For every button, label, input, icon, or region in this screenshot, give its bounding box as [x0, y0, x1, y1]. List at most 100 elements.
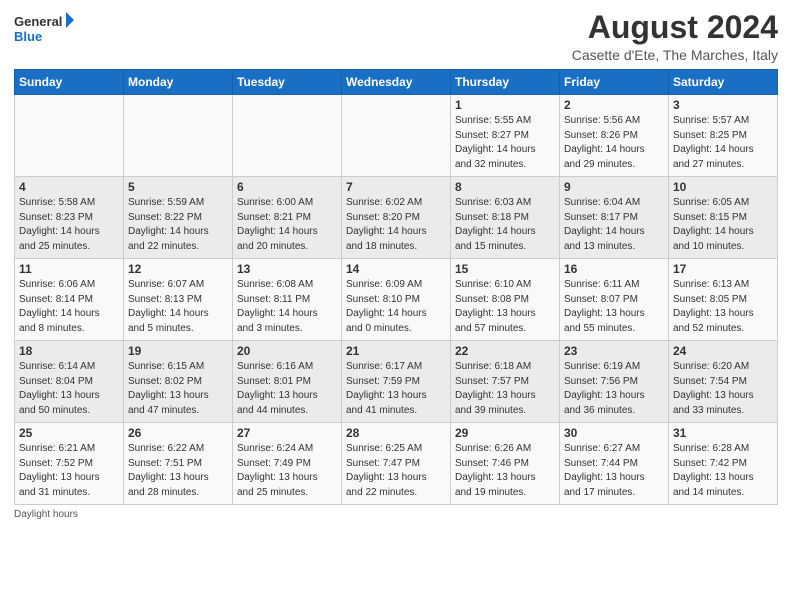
day-info: Sunrise: 6:13 AM Sunset: 8:05 PM Dayligh…: [673, 278, 773, 336]
svg-text:Blue: Blue: [14, 29, 42, 44]
day-info: Sunrise: 5:56 AM Sunset: 8:26 PM Dayligh…: [564, 114, 664, 172]
calendar-cell: 20 Sunrise: 6:16 AM Sunset: 8:01 PM Dayli…: [233, 341, 342, 423]
calendar-week-row: 25 Sunrise: 6:21 AM Sunset: 7:52 PM Dayli…: [15, 423, 778, 505]
calendar-week-row: 1 Sunrise: 5:55 AM Sunset: 8:27 PM Daylig…: [15, 95, 778, 177]
day-number: 8: [455, 180, 555, 194]
day-number: 31: [673, 426, 773, 440]
weekday-header-tuesday: Tuesday: [233, 70, 342, 95]
day-number: 1: [455, 98, 555, 112]
day-number: 20: [237, 344, 337, 358]
day-number: 12: [128, 262, 228, 276]
calendar-cell: 6 Sunrise: 6:00 AM Sunset: 8:21 PM Daylig…: [233, 177, 342, 259]
calendar-cell: [15, 95, 124, 177]
day-info: Sunrise: 6:14 AM Sunset: 8:04 PM Dayligh…: [19, 360, 119, 418]
day-number: 7: [346, 180, 446, 194]
calendar-cell: 3 Sunrise: 5:57 AM Sunset: 8:25 PM Daylig…: [669, 95, 778, 177]
calendar-cell: 1 Sunrise: 5:55 AM Sunset: 8:27 PM Daylig…: [451, 95, 560, 177]
calendar-cell: 18 Sunrise: 6:14 AM Sunset: 8:04 PM Dayli…: [15, 341, 124, 423]
day-number: 26: [128, 426, 228, 440]
weekday-header-sunday: Sunday: [15, 70, 124, 95]
day-number: 23: [564, 344, 664, 358]
day-info: Sunrise: 6:10 AM Sunset: 8:08 PM Dayligh…: [455, 278, 555, 336]
calendar-cell: 28Sunrise: 6:25 AM Sunset: 7:47 PM Dayli…: [342, 423, 451, 505]
day-info: Sunrise: 6:28 AM Sunset: 7:42 PM Dayligh…: [673, 442, 773, 500]
day-number: 2: [564, 98, 664, 112]
calendar-cell: 30 Sunrise: 6:27 AM Sunset: 7:44 PM Dayli…: [560, 423, 669, 505]
calendar-cell: 31 Sunrise: 6:28 AM Sunset: 7:42 PM Dayli…: [669, 423, 778, 505]
day-number: 11: [19, 262, 119, 276]
day-info: Sunrise: 6:15 AM Sunset: 8:02 PM Dayligh…: [128, 360, 228, 418]
weekday-header-saturday: Saturday: [669, 70, 778, 95]
day-info: Sunrise: 6:16 AM Sunset: 8:01 PM Dayligh…: [237, 360, 337, 418]
day-info: Sunrise: 6:27 AM Sunset: 7:44 PM Dayligh…: [564, 442, 664, 500]
calendar-cell: 7 Sunrise: 6:02 AM Sunset: 8:20 PM Daylig…: [342, 177, 451, 259]
day-number: 27: [237, 426, 337, 440]
day-info: Sunrise: 6:21 AM Sunset: 7:52 PM Dayligh…: [19, 442, 119, 500]
calendar-cell: 25 Sunrise: 6:21 AM Sunset: 7:52 PM Dayli…: [15, 423, 124, 505]
day-number: 29: [455, 426, 555, 440]
weekday-header-wednesday: Wednesday: [342, 70, 451, 95]
header: General Blue August 2024 Casette d'Ete, …: [14, 10, 778, 63]
logo: General Blue: [14, 10, 74, 48]
calendar-cell: 17Sunrise: 6:13 AM Sunset: 8:05 PM Dayli…: [669, 259, 778, 341]
day-info: Sunrise: 6:04 AM Sunset: 8:17 PM Dayligh…: [564, 196, 664, 254]
day-info: Sunrise: 6:20 AM Sunset: 7:54 PM Dayligh…: [673, 360, 773, 418]
day-info: Sunrise: 6:09 AM Sunset: 8:10 PM Dayligh…: [346, 278, 446, 336]
day-info: Sunrise: 5:55 AM Sunset: 8:27 PM Dayligh…: [455, 114, 555, 172]
day-info: Sunrise: 6:22 AM Sunset: 7:51 PM Dayligh…: [128, 442, 228, 500]
day-number: 22: [455, 344, 555, 358]
calendar-cell: 10Sunrise: 6:05 AM Sunset: 8:15 PM Dayli…: [669, 177, 778, 259]
day-info: Sunrise: 6:18 AM Sunset: 7:57 PM Dayligh…: [455, 360, 555, 418]
svg-text:General: General: [14, 14, 62, 29]
calendar-cell: 14 Sunrise: 6:09 AM Sunset: 8:10 PM Dayli…: [342, 259, 451, 341]
calendar-week-row: 18 Sunrise: 6:14 AM Sunset: 8:04 PM Dayli…: [15, 341, 778, 423]
day-info: Sunrise: 6:02 AM Sunset: 8:20 PM Dayligh…: [346, 196, 446, 254]
day-number: 21: [346, 344, 446, 358]
day-number: 30: [564, 426, 664, 440]
calendar-table: SundayMondayTuesdayWednesdayThursdayFrid…: [14, 69, 778, 505]
calendar-cell: 23 Sunrise: 6:19 AM Sunset: 7:56 PM Dayli…: [560, 341, 669, 423]
calendar-cell: 8Sunrise: 6:03 AM Sunset: 8:18 PM Daylig…: [451, 177, 560, 259]
day-number: 15: [455, 262, 555, 276]
day-number: 9: [564, 180, 664, 194]
calendar-cell: 12Sunrise: 6:07 AM Sunset: 8:13 PM Dayli…: [124, 259, 233, 341]
day-info: Sunrise: 6:19 AM Sunset: 7:56 PM Dayligh…: [564, 360, 664, 418]
day-info: Sunrise: 6:00 AM Sunset: 8:21 PM Dayligh…: [237, 196, 337, 254]
day-info: Sunrise: 5:59 AM Sunset: 8:22 PM Dayligh…: [128, 196, 228, 254]
calendar-cell: [233, 95, 342, 177]
calendar-week-row: 11 Sunrise: 6:06 AM Sunset: 8:14 PM Dayli…: [15, 259, 778, 341]
day-info: Sunrise: 6:24 AM Sunset: 7:49 PM Dayligh…: [237, 442, 337, 500]
calendar-cell: 2 Sunrise: 5:56 AM Sunset: 8:26 PM Daylig…: [560, 95, 669, 177]
day-number: 18: [19, 344, 119, 358]
logo-svg: General Blue: [14, 10, 74, 48]
day-number: 24: [673, 344, 773, 358]
day-number: 19: [128, 344, 228, 358]
day-number: 6: [237, 180, 337, 194]
day-info: Sunrise: 6:05 AM Sunset: 8:15 PM Dayligh…: [673, 196, 773, 254]
day-info: Sunrise: 6:11 AM Sunset: 8:07 PM Dayligh…: [564, 278, 664, 336]
calendar-cell: [342, 95, 451, 177]
day-info: Sunrise: 5:57 AM Sunset: 8:25 PM Dayligh…: [673, 114, 773, 172]
title-section: August 2024 Casette d'Ete, The Marches, …: [572, 10, 778, 63]
calendar-cell: 15 Sunrise: 6:10 AM Sunset: 8:08 PM Dayli…: [451, 259, 560, 341]
day-number: 3: [673, 98, 773, 112]
footer: Daylight hours: [14, 509, 778, 520]
day-number: 4: [19, 180, 119, 194]
daylight-hours-label: Daylight hours: [14, 509, 78, 520]
calendar-cell: 24 Sunrise: 6:20 AM Sunset: 7:54 PM Dayli…: [669, 341, 778, 423]
day-number: 13: [237, 262, 337, 276]
day-info: Sunrise: 6:17 AM Sunset: 7:59 PM Dayligh…: [346, 360, 446, 418]
day-number: 16: [564, 262, 664, 276]
day-number: 25: [19, 426, 119, 440]
day-info: Sunrise: 6:06 AM Sunset: 8:14 PM Dayligh…: [19, 278, 119, 336]
day-number: 14: [346, 262, 446, 276]
calendar-cell: 21 Sunrise: 6:17 AM Sunset: 7:59 PM Dayli…: [342, 341, 451, 423]
day-info: Sunrise: 6:08 AM Sunset: 8:11 PM Dayligh…: [237, 278, 337, 336]
calendar-cell: 9 Sunrise: 6:04 AM Sunset: 8:17 PM Daylig…: [560, 177, 669, 259]
calendar-cell: 16 Sunrise: 6:11 AM Sunset: 8:07 PM Dayli…: [560, 259, 669, 341]
calendar-cell: 27 Sunrise: 6:24 AM Sunset: 7:49 PM Dayli…: [233, 423, 342, 505]
day-info: Sunrise: 6:26 AM Sunset: 7:46 PM Dayligh…: [455, 442, 555, 500]
weekday-header-friday: Friday: [560, 70, 669, 95]
weekday-header-thursday: Thursday: [451, 70, 560, 95]
calendar-cell: 4Sunrise: 5:58 AM Sunset: 8:23 PM Daylig…: [15, 177, 124, 259]
